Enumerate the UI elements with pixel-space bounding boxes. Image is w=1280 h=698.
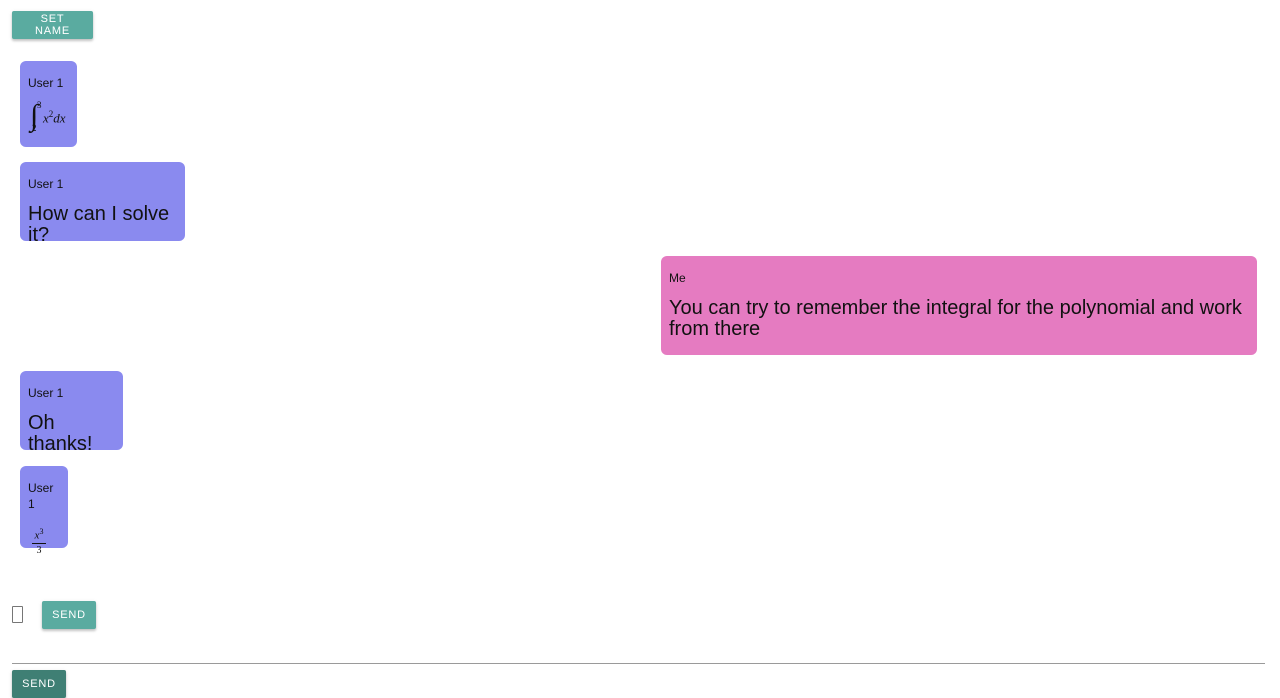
message-sender: Me xyxy=(669,271,686,285)
send-button[interactable]: SEND xyxy=(42,601,96,629)
divider-line xyxy=(12,663,1265,664)
send-button-footer[interactable]: SEND xyxy=(12,670,66,698)
math-expression: ∫ 3 2 x2dx xyxy=(30,99,66,133)
message-bubble-user: User 1 ∫ 3 2 x2dx xyxy=(20,61,77,147)
message-bubble-me: Me You can try to remember the integral … xyxy=(661,256,1257,355)
message-text: Oh thanks! xyxy=(28,412,93,455)
message-bubble-user: User 1 How can I solve it? xyxy=(20,162,185,246)
checkbox-input[interactable] xyxy=(12,606,23,623)
message-text: You can try to remember the integral for… xyxy=(669,297,1242,340)
fraction: x3 3 xyxy=(32,526,46,556)
math-expression: x3 3 xyxy=(28,522,60,556)
message-sender: User 1 xyxy=(28,177,64,191)
message-bubble-user: User 1 Oh thanks! xyxy=(20,371,123,455)
message-bubble-user: User 1 x3 3 xyxy=(20,466,68,556)
set-name-button[interactable]: SET NAME xyxy=(12,11,93,39)
message-sender: User 1 xyxy=(28,76,64,90)
message-text: How can I solve it? xyxy=(28,203,170,246)
message-sender: User 1 xyxy=(28,481,54,511)
message-sender: User 1 xyxy=(28,386,64,400)
